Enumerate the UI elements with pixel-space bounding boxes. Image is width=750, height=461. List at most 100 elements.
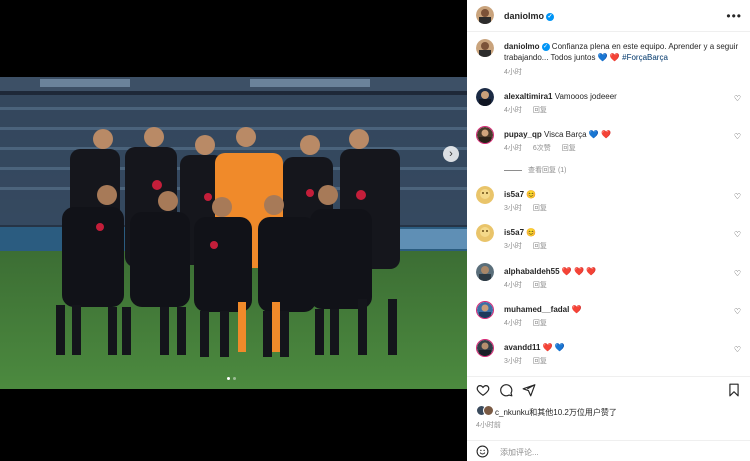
post-modal: › danioImo ✓ ••• danioImo ✓ Confianza plen… [0,0,750,461]
comment-meta: 4小时 回复 [504,280,556,290]
comment-meta: 3小时 回复 [504,356,556,366]
smile-emoji: 😊 [526,190,537,199]
comment-meta: 4小时 回复 [504,318,556,328]
caption-avatar[interactable] [476,39,494,57]
like-comment-heart-icon[interactable]: ♡ [734,230,741,239]
reply-button[interactable]: 回复 [562,145,576,152]
comment-time[interactable]: 3小时 [504,205,522,212]
view-replies-button[interactable]: 查看回复 (1) [504,165,567,175]
caption-text: danioImo ✓ Confianza plena en este equipo… [504,41,740,63]
comment-text: muhamed__fadal ❤️ [504,304,728,315]
red-heart-emoji: ❤️ [574,267,584,276]
blue-heart-emoji: 💙 [597,53,608,62]
comment-username[interactable]: is5a7 [504,228,524,237]
red-heart-emoji: ❤️ [542,343,553,352]
comment-text: pupay_qp Visca Barça 💙 ❤️ [504,129,728,140]
comment-meta: 3小时 回复 [504,203,556,213]
like-comment-heart-icon[interactable]: ♡ [734,307,741,316]
like-comment-heart-icon[interactable]: ♡ [734,269,741,278]
like-comment-heart-icon[interactable]: ♡ [734,192,741,201]
likes-count[interactable]: c_nkunku和其他10.2万位用户赞了 [495,407,617,418]
comment-meta: 3小时 回复 [504,241,556,251]
commenter-avatar[interactable] [476,224,494,242]
comment-text: is5a7 😊 [504,189,728,200]
like-comment-heart-icon[interactable]: ♡ [734,132,741,141]
comment-time[interactable]: 3小时 [504,358,522,365]
commenter-avatar[interactable] [476,186,494,204]
like-comment-heart-icon[interactable]: ♡ [734,94,741,103]
comment-username[interactable]: avandd11 [504,343,540,352]
comment-text: alexaltimira1 Vamooos jodeeer [504,91,728,102]
comment-meta: 4小时 回复 [504,105,556,115]
red-heart-emoji: ❤️ [586,267,597,276]
comment-username[interactable]: alexaltimira1 [504,92,552,101]
comment-text: alphabaldeh55 ❤️ ❤️ ❤️ [504,266,728,277]
verified-badge-icon: ✓ [541,42,550,51]
author-avatar[interactable] [476,6,494,24]
comment-body: Visca Barça [544,130,587,139]
comment-username[interactable]: alphabaldeh55 [504,267,560,276]
comment-meta: 4小时 6次赞 回复 [504,143,585,153]
reply-button[interactable]: 回复 [533,243,547,250]
reply-button[interactable]: 回复 [533,107,547,114]
caption-meta: 4小时 [504,67,531,77]
commenter-avatar[interactable] [476,339,494,357]
verified-badge-icon: ✓ [546,12,554,21]
blue-heart-emoji: 💙 [554,343,565,352]
send-icon[interactable] [522,383,536,397]
author-username-text[interactable]: danioImo [504,11,544,21]
red-heart-emoji: ❤️ [601,130,611,139]
more-horizontal-icon[interactable]: ••• [726,9,742,23]
comment-time[interactable]: 4小时 [504,145,522,152]
media-pane: › [0,0,467,461]
caption-hashtag[interactable]: #ForçaBarça [622,53,668,62]
comment-text: avandd11 ❤️ 💙 [504,342,728,353]
commenter-avatar[interactable] [476,126,494,144]
post-timestamp[interactable]: 4小时前 [476,420,501,430]
comment-time[interactable]: 4小时 [504,107,522,114]
comments-pane: danioImo ✓ ••• danioImo ✓ Confianza plena … [467,0,750,461]
comment-time[interactable]: 4小时 [504,282,522,289]
commenter-avatar[interactable] [476,263,494,281]
comment-time[interactable]: 3小时 [504,243,522,250]
reply-button[interactable]: 回复 [533,320,547,327]
smiley-icon[interactable] [476,445,489,458]
author-username[interactable]: danioImo ✓ [504,11,554,21]
commenter-avatar[interactable] [476,301,494,319]
comment-input[interactable]: 添加评论... [500,447,539,458]
red-heart-emoji: ❤️ [561,267,572,276]
heart-outline-icon[interactable] [476,383,490,397]
reply-button[interactable]: 回复 [533,358,547,365]
post-header: danioImo ✓ ••• [467,0,750,32]
action-bar [467,376,750,400]
smile-emoji: 😊 [526,228,537,237]
reply-button[interactable]: 回复 [533,282,547,289]
comment-text: is5a7 😊 [504,227,728,238]
comment-username[interactable]: pupay_qp [504,130,542,139]
chevron-right-icon[interactable]: › [443,146,459,162]
bookmark-icon[interactable] [727,383,741,397]
add-comment-bar: 添加评论... [467,440,750,461]
red-heart-emoji: ❤️ [609,53,620,62]
carousel-dots [227,377,236,380]
reply-button[interactable]: 回复 [533,205,547,212]
comments-list: danioImo ✓ Confianza plena en este equipo… [467,33,750,376]
red-heart-emoji: ❤️ [571,305,582,314]
caption-time[interactable]: 4小时 [504,69,522,76]
likes-section: c_nkunku和其他10.2万位用户赞了 4小时前 [467,401,750,433]
carousel-dot [233,377,236,380]
commenter-avatar[interactable] [476,88,494,106]
comment-username[interactable]: is5a7 [504,190,524,199]
caption-username[interactable]: danioImo [504,42,540,51]
comment-username[interactable]: muhamed__fadal [504,305,569,314]
blue-heart-emoji: 💙 [588,130,599,139]
comment-icon[interactable] [499,383,513,397]
post-photo[interactable] [0,77,467,389]
liker-avatar [483,405,494,416]
comment-time[interactable]: 4小时 [504,320,522,327]
comment-likes[interactable]: 6次赞 [533,145,551,152]
like-comment-heart-icon[interactable]: ♡ [734,345,741,354]
comment-body: Vamooos jodeeer [554,92,617,101]
liker-avatars[interactable] [476,405,494,416]
carousel-dot-active [227,377,230,380]
